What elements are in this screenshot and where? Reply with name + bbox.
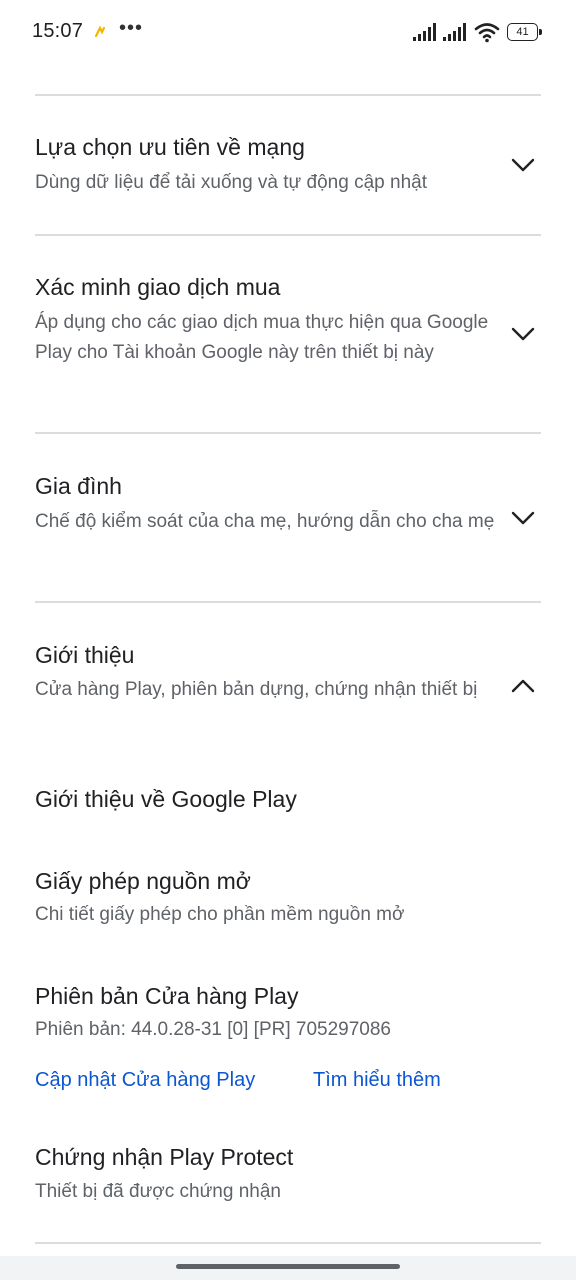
section-title: Lựa chọn ưu tiên về mạng bbox=[35, 134, 305, 160]
divider bbox=[35, 94, 541, 96]
chevron-down-icon[interactable] bbox=[508, 150, 538, 180]
section-subtitle: Cửa hàng Play, phiên bản dựng, chứng nhậ… bbox=[35, 679, 478, 700]
notification-icon bbox=[94, 25, 106, 38]
update-play-store-link[interactable]: Cập nhật Cửa hàng Play bbox=[35, 1069, 255, 1092]
divider bbox=[35, 601, 541, 603]
battery-level: 41 bbox=[516, 26, 529, 38]
signal-icon bbox=[413, 23, 436, 41]
protect-title: Chứng nhận Play Protect bbox=[35, 1144, 294, 1170]
divider bbox=[35, 234, 541, 236]
more-icon: ••• bbox=[119, 17, 144, 39]
section-title: Gia đình bbox=[35, 473, 122, 499]
chevron-up-icon[interactable] bbox=[508, 671, 538, 701]
section-subtitle: Chế độ kiểm soát của cha mẹ, hướng dẫn c… bbox=[35, 511, 495, 532]
about-google-play-item[interactable]: Giới thiệu về Google Play bbox=[35, 786, 297, 813]
chevron-down-icon[interactable] bbox=[508, 319, 538, 349]
signal-icon bbox=[443, 23, 466, 41]
divider bbox=[35, 432, 541, 434]
battery-icon: 41 bbox=[507, 23, 543, 41]
status-bar: 15:07 ••• 41 bbox=[0, 0, 576, 64]
chevron-down-icon[interactable] bbox=[508, 503, 538, 533]
wifi-icon bbox=[474, 23, 500, 43]
section-subtitle: Áp dụng cho các giao dịch mua thực hiện … bbox=[35, 312, 489, 363]
version-title: Phiên bản Cửa hàng Play bbox=[35, 983, 299, 1009]
licenses-title: Giấy phép nguồn mở bbox=[35, 868, 251, 894]
licenses-subtitle: Chi tiết giấy phép cho phần mềm nguồn mở bbox=[35, 904, 405, 925]
status-time: 15:07 bbox=[32, 20, 84, 42]
home-gesture-handle[interactable] bbox=[176, 1264, 400, 1269]
section-title: Xác minh giao dịch mua bbox=[35, 274, 281, 300]
protect-subtitle: Thiết bị đã được chứng nhận bbox=[35, 1181, 281, 1202]
version-subtitle: Phiên bản: 44.0.28-31 [0] [PR] 705297086 bbox=[35, 1019, 391, 1040]
section-subtitle: Dùng dữ liệu để tải xuống và tự động cập… bbox=[35, 172, 427, 193]
learn-more-link[interactable]: Tìm hiểu thêm bbox=[313, 1069, 441, 1092]
section-title: Giới thiệu bbox=[35, 642, 135, 668]
divider bbox=[35, 1242, 541, 1244]
